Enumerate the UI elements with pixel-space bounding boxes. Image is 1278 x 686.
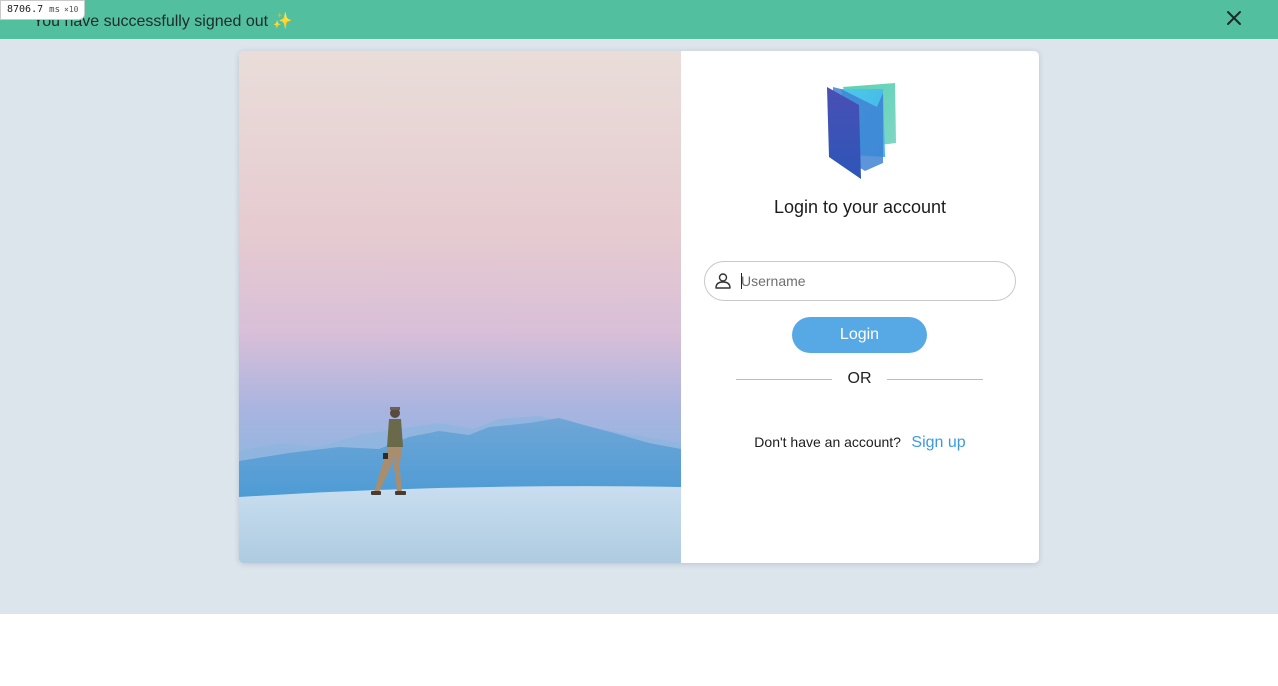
- signout-banner: You have successfully signed out ✨: [0, 0, 1278, 39]
- divider-line-right: [887, 379, 983, 380]
- divider-text: OR: [847, 370, 872, 387]
- timing-multiplier: ×10: [64, 5, 79, 14]
- hero-image: [239, 51, 681, 563]
- signup-prompt: Don't have an account?: [754, 434, 901, 450]
- timing-value: 8706.7: [7, 4, 44, 15]
- login-button[interactable]: Login: [792, 317, 927, 353]
- login-title: Login to your account: [773, 197, 947, 217]
- divider-line-left: [736, 379, 832, 380]
- timing-unit: ms: [49, 5, 60, 15]
- close-icon[interactable]: [1224, 8, 1244, 28]
- timing-badge: 8706.7 ms ×10: [0, 0, 86, 20]
- or-divider: OR: [736, 369, 983, 389]
- user-icon: [715, 273, 731, 289]
- signup-link[interactable]: Sign up: [911, 434, 965, 451]
- username-field[interactable]: [704, 261, 1016, 301]
- username-input[interactable]: [741, 262, 1001, 300]
- book-logo-icon: [827, 83, 896, 179]
- signup-row: Don't have an account? Sign up: [681, 434, 1039, 452]
- text-caret: [741, 273, 742, 289]
- login-panel: Login to your account Login OR Don't hav…: [681, 51, 1039, 563]
- login-card: Login to your account Login OR Don't hav…: [239, 51, 1039, 563]
